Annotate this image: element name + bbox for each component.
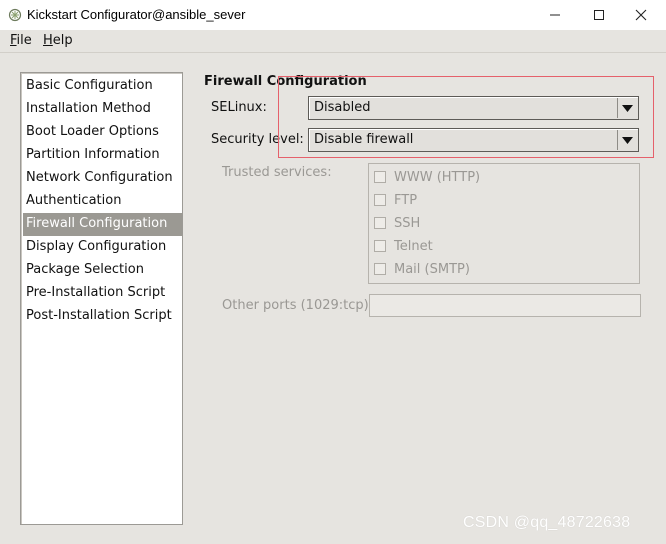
sidebar-item-basic-configuration[interactable]: Basic Configuration bbox=[23, 75, 182, 98]
close-button[interactable] bbox=[620, 0, 662, 30]
service-label: WWW (HTTP) bbox=[394, 169, 481, 185]
service-label: Telnet bbox=[394, 238, 433, 254]
selinux-label: SELinux: bbox=[211, 100, 267, 115]
selinux-dropdown[interactable]: Disabled bbox=[308, 96, 639, 120]
sidebar-item-pre-installation-script[interactable]: Pre-Installation Script bbox=[23, 282, 182, 305]
sidebar-item-display-configuration[interactable]: Display Configuration bbox=[23, 236, 182, 259]
service-mail-smtp[interactable]: Mail (SMTP) bbox=[374, 259, 470, 279]
sidebar-item-installation-method[interactable]: Installation Method bbox=[23, 98, 182, 121]
sidebar-item-package-selection[interactable]: Package Selection bbox=[23, 259, 182, 282]
menu-file[interactable]: File bbox=[10, 33, 32, 48]
kickstart-app-icon bbox=[8, 8, 22, 22]
security-level-dropdown[interactable]: Disable firewall bbox=[308, 128, 639, 152]
menu-bar: File Help bbox=[0, 30, 666, 53]
watermark-text: CSDN @qq_48722638 bbox=[463, 514, 631, 531]
security-level-dropdown-arrow[interactable] bbox=[617, 130, 637, 150]
selinux-dropdown-arrow[interactable] bbox=[617, 98, 637, 118]
maximize-icon bbox=[594, 10, 604, 20]
minimize-button[interactable] bbox=[534, 0, 576, 30]
client-area: Basic Configuration Installation Method … bbox=[0, 53, 666, 544]
minimize-icon bbox=[550, 14, 560, 16]
checkbox[interactable] bbox=[374, 194, 386, 206]
sidebar-item-firewall-configuration[interactable]: Firewall Configuration bbox=[23, 213, 182, 236]
selinux-value: Disabled bbox=[314, 100, 371, 115]
service-www-http[interactable]: WWW (HTTP) bbox=[374, 167, 480, 187]
window-title: Kickstart Configurator@ansible_sever bbox=[27, 7, 246, 22]
service-label: FTP bbox=[394, 192, 418, 208]
checkbox[interactable] bbox=[374, 217, 386, 229]
title-bar: Kickstart Configurator@ansible_sever bbox=[0, 0, 666, 30]
sidebar-item-boot-loader-options[interactable]: Boot Loader Options bbox=[23, 121, 182, 144]
checkbox[interactable] bbox=[374, 240, 386, 252]
section-title: Firewall Configuration bbox=[204, 74, 367, 89]
menu-help-mnemonic: H bbox=[43, 33, 53, 48]
sidebar-item-authentication[interactable]: Authentication bbox=[23, 190, 182, 213]
sidebar-item-partition-information[interactable]: Partition Information bbox=[23, 144, 182, 167]
other-ports-label: Other ports (1029:tcp): bbox=[222, 298, 374, 313]
triangle-down-icon bbox=[622, 104, 633, 112]
sidebar-item-post-installation-script[interactable]: Post-Installation Script bbox=[23, 305, 182, 328]
service-ssh[interactable]: SSH bbox=[374, 213, 420, 233]
service-ftp[interactable]: FTP bbox=[374, 190, 417, 210]
menu-file-label: ile bbox=[16, 33, 32, 48]
sidebar-item-network-configuration[interactable]: Network Configuration bbox=[23, 167, 182, 190]
other-ports-input[interactable] bbox=[369, 294, 641, 317]
service-telnet[interactable]: Telnet bbox=[374, 236, 433, 256]
service-label: Mail (SMTP) bbox=[394, 261, 470, 277]
trusted-services-group: WWW (HTTP) FTP SSH Telnet Mail (SMTP) bbox=[368, 163, 640, 284]
sidebar-list: Basic Configuration Installation Method … bbox=[20, 72, 183, 525]
checkbox[interactable] bbox=[374, 171, 386, 183]
service-label: SSH bbox=[394, 215, 421, 231]
close-icon bbox=[635, 9, 647, 21]
security-level-value: Disable firewall bbox=[314, 132, 414, 147]
menu-help[interactable]: Help bbox=[43, 33, 73, 48]
trusted-services-label: Trusted services: bbox=[222, 165, 332, 180]
menu-help-label: elp bbox=[52, 33, 73, 48]
triangle-down-icon bbox=[622, 136, 633, 144]
security-level-label: Security level: bbox=[211, 132, 304, 147]
maximize-button[interactable] bbox=[578, 0, 620, 30]
checkbox[interactable] bbox=[374, 263, 386, 275]
